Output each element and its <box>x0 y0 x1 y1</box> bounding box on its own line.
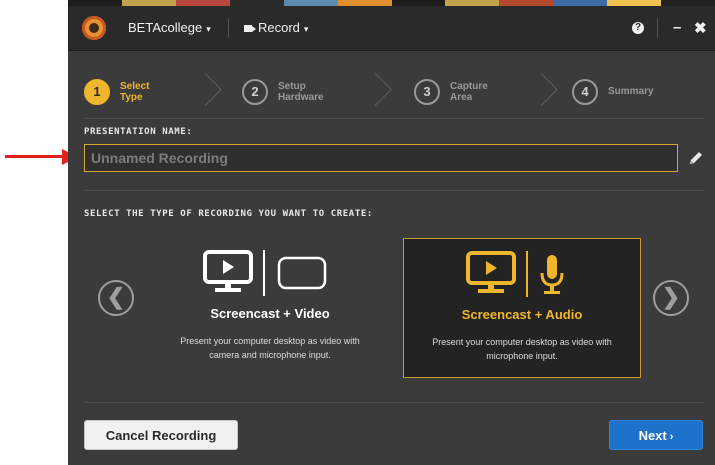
card-title: Screencast + Audio <box>461 307 583 322</box>
app-window: BETAcollege ▾ Record ▾ ? – ✖ 1 Select Type… <box>68 0 715 465</box>
step-label: Setup Hardware <box>278 81 338 103</box>
presentation-name-input[interactable] <box>84 144 678 172</box>
step-label-line1: Setup <box>278 81 306 92</box>
app-name-label: BETAcollege <box>128 20 203 35</box>
step-number: 2 <box>242 79 268 105</box>
step-separator-icon <box>525 73 558 106</box>
title-divider <box>228 18 229 38</box>
recording-type-label: SELECT THE TYPE OF RECORDING YOU WANT TO… <box>84 209 373 219</box>
chevron-left-icon[interactable]: ❮ <box>98 280 134 316</box>
step-separator-icon <box>189 73 222 106</box>
card-description: Present your computer desktop as video w… <box>151 334 389 362</box>
recording-type-card-screencast-audio[interactable]: Screencast + Audio Present your computer… <box>403 238 641 378</box>
card-title: Screencast + Video <box>210 306 330 321</box>
next-button-label: Next <box>638 428 667 443</box>
step-label-line2: Area <box>450 92 473 103</box>
app-name-menu[interactable]: BETAcollege ▾ <box>128 20 211 35</box>
step-setup-hardware[interactable]: 2 Setup Hardware <box>242 72 338 112</box>
presentation-name-label: PRESENTATION NAME: <box>84 127 193 137</box>
step-number: 1 <box>84 79 110 105</box>
step-label: Capture Area <box>450 81 510 103</box>
annotation-arrow-line <box>5 155 65 158</box>
pencil-icon[interactable] <box>688 150 704 166</box>
record-menu[interactable]: Record ▾ <box>244 20 308 35</box>
step-capture-area[interactable]: 3 Capture Area <box>414 72 510 112</box>
recording-type-card-screencast-video[interactable]: Screencast + Video Present your computer… <box>151 238 389 378</box>
monitor-camera-icon <box>203 250 327 296</box>
step-select-type[interactable]: 1 Select Type <box>84 72 180 112</box>
chevron-down-icon: ▾ <box>206 24 211 34</box>
step-label: Select Type <box>120 81 180 103</box>
step-label-line2: Type <box>120 92 143 103</box>
monitor-microphone-icon <box>466 251 564 297</box>
record-menu-label: Record <box>258 20 300 35</box>
app-logo-icon <box>82 16 106 40</box>
help-icon[interactable]: ? <box>632 22 644 34</box>
step-separator-icon <box>359 73 392 106</box>
next-button[interactable]: Next › <box>609 420 703 450</box>
step-label: Summary <box>608 81 668 103</box>
card-description-line1: Present your computer desktop as video w… <box>432 337 612 347</box>
cancel-recording-button[interactable]: Cancel Recording <box>84 420 238 450</box>
step-label-line1: Capture <box>450 81 488 92</box>
card-description: Present your computer desktop as video w… <box>404 335 640 363</box>
title-bar: BETAcollege ▾ Record ▾ ? – ✖ <box>68 6 715 51</box>
chevron-right-icon[interactable]: ❯ <box>653 280 689 316</box>
divider <box>84 190 704 191</box>
chevron-down-icon: ▾ <box>303 24 309 34</box>
video-camera-icon <box>244 25 256 32</box>
step-label-line1: Summary <box>608 86 654 97</box>
card-description-line2: camera and microphone input. <box>209 350 331 360</box>
minimize-button[interactable]: – <box>673 19 681 36</box>
step-summary[interactable]: 4 Summary <box>572 72 668 112</box>
title-divider-right <box>657 18 658 38</box>
step-number: 4 <box>572 79 598 105</box>
step-label-line2: Hardware <box>278 92 324 103</box>
step-label-line1: Select <box>120 81 150 92</box>
divider <box>84 118 704 119</box>
close-button[interactable]: ✖ <box>694 19 707 37</box>
card-description-line2: microphone input. <box>486 351 558 361</box>
card-description-line1: Present your computer desktop as video w… <box>180 336 360 346</box>
divider <box>84 402 704 403</box>
step-number: 3 <box>414 79 440 105</box>
wizard-steps: 1 Select Type 2 Setup Hardware 3 Capture… <box>84 72 684 112</box>
chevron-right-icon: › <box>669 431 674 443</box>
